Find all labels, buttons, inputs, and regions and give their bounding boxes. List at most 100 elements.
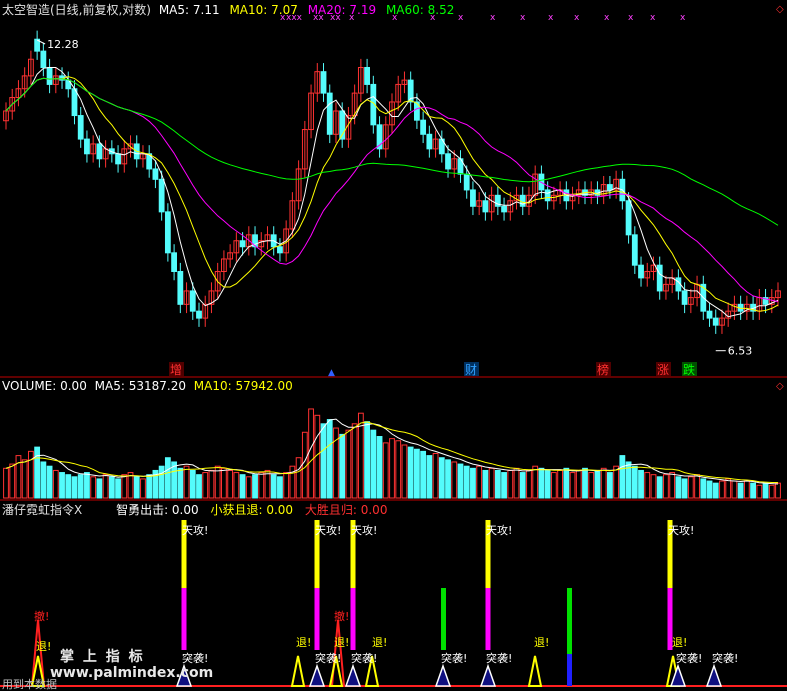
volume-bar [470,467,476,499]
volume-bar [594,469,601,499]
volume-bar [221,467,227,499]
event-tag: 财 [465,363,477,377]
volume-bar [202,472,209,499]
candle-body [164,211,171,254]
event-x-marker: x [458,13,464,23]
event-tag: 榜 [597,362,609,377]
volume-bar [40,461,47,499]
volume-bar [196,474,202,499]
retreat-label: 退! [334,636,349,649]
candle-body [625,200,632,236]
candle-body [426,133,433,150]
sneak-triangle [344,663,362,687]
attack-bar-bottom [181,588,187,650]
event-tag: 增 [170,363,182,377]
candle-body [656,264,663,292]
diamond-marker-icon[interactable]: ◇ [776,381,784,392]
attack-label: 天攻! [182,523,208,537]
volume-bar [227,469,234,499]
watermark-url: www.palmindex.com [50,665,214,681]
sneak-triangle [434,663,452,687]
candle-body [77,115,84,140]
vol-ma5-legend: MA5: 53187.20 [94,379,186,393]
candle-body [189,290,196,312]
volume-bar [438,457,445,499]
diamond-marker-icon[interactable]: ◇ [776,4,784,15]
volume-legend: VOLUME: 0.00 [2,379,87,393]
indicator-line-1: 智勇出击: 0.00 [116,503,199,517]
chart-canvas: 12.286.53x xxx xx xx x x x x x x x x x x x x增财榜涨跌▲天攻! 天攻… [0,13,787,687]
candle-body [40,50,47,68]
event-x-marker: x [574,13,580,23]
volume-bar [669,472,676,499]
sneak-label: 突袭! [486,651,512,665]
sneak-label: 突袭! [315,651,341,665]
sneak-label: 突袭! [182,651,208,665]
volume-bar [264,469,271,499]
volume-bar [84,472,90,499]
volume-bar [46,465,53,499]
volume-bar [21,459,28,499]
volume-bar [308,408,314,499]
volume-bar [183,465,190,499]
attack-bar-bottom [314,588,320,650]
volume-bar [681,478,688,499]
volume-bar [631,465,638,499]
volume-bar [675,476,682,499]
volume-bar [127,472,134,499]
volume-bar [339,433,346,499]
volume-bar [762,482,769,499]
candle-body [544,189,551,202]
volume-bar [507,469,514,499]
attack-label: 天攻! [668,523,694,537]
volume-bar [768,484,775,499]
volume-bar [34,446,41,499]
sneak-triangle [669,663,687,687]
event-arrow-icon: ▲ [328,368,335,378]
volume-bar [613,465,620,499]
volume-panel-legend: VOLUME: 0.00 MA5: 53187.20 MA10: 57942.0… [2,379,293,393]
volume-bar [407,446,414,499]
volume-bar [345,429,352,499]
volume-bar [550,472,557,499]
volume-bar [15,455,22,499]
volume-bar [270,474,277,499]
candle-body [84,138,90,155]
event-tag: 涨 [657,362,669,377]
volume-bar [519,472,526,499]
candle-body [482,200,489,213]
indicator-line-3: 大胜且归: 0.00 [304,503,388,517]
volume-bar [295,457,302,499]
candle-body [638,264,644,279]
volume-bar [526,469,532,499]
volume-bar [140,478,146,499]
volume-bar [656,476,663,499]
volume-ma10-line [5,421,778,483]
volume-bar [432,452,439,499]
candle-body [519,194,526,207]
volume-bar [700,478,707,499]
volume-bar [588,472,595,499]
retreat-label: 退! [296,636,311,649]
candle-body [239,240,246,248]
volume-bar [563,467,570,499]
candle-body [177,270,184,305]
volume-bar [694,474,700,499]
volume-bar [3,467,9,499]
retreat-label: 退! [672,636,687,649]
attack-bar-bottom [485,588,491,650]
volume-bar [376,436,383,499]
high-price-label: 12.28 [47,38,78,51]
event-x-marker: x [604,13,610,23]
volume-bar [102,474,109,499]
sneak-label: 突袭! [441,651,467,665]
event-x-marker: x [548,13,554,23]
retreat-triangle [290,655,306,687]
volume-bar [364,421,370,499]
volume-bar [619,455,626,499]
volume-bar [426,455,433,499]
volume-bar [743,480,750,499]
candle-body [115,153,121,165]
event-x-marker: x [680,13,686,23]
sneak-label: 突袭! [676,651,702,665]
